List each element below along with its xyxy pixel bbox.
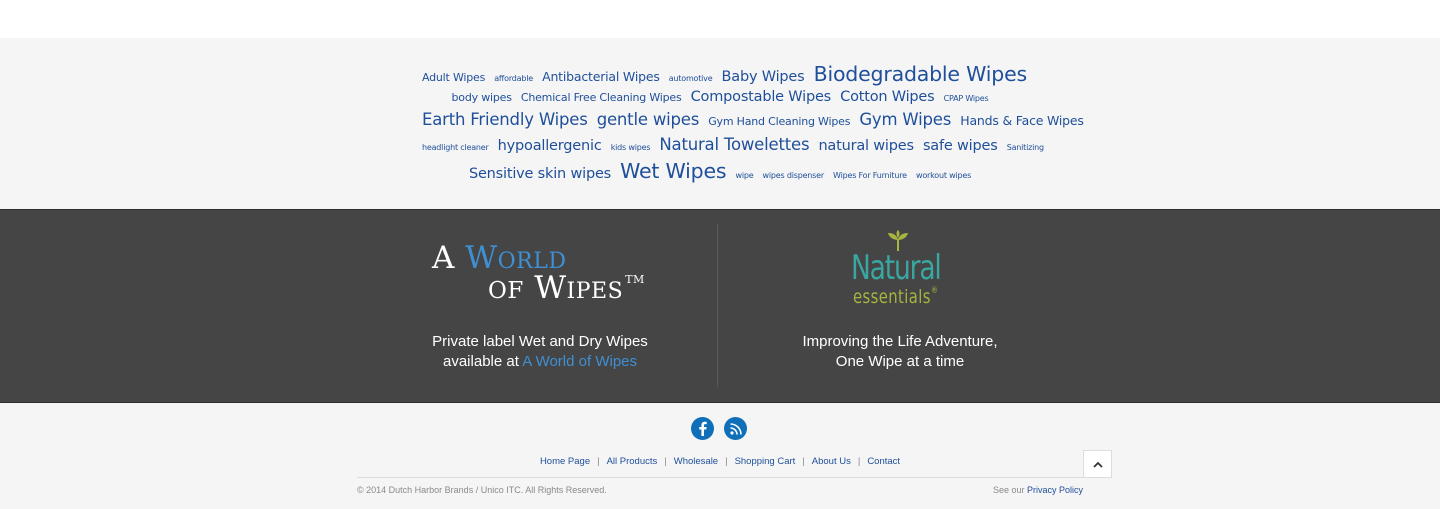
a-world-of-wipes-column: A World of Wipes TM Private label Wet and… xyxy=(360,210,720,402)
tag-link[interactable]: Chemical Free Cleaning Wipes xyxy=(521,92,682,103)
tag-link[interactable]: Gym Hand Cleaning Wipes xyxy=(708,116,850,127)
tag-link[interactable]: body wipes xyxy=(452,92,512,103)
tag-link[interactable]: natural wipes xyxy=(818,139,914,154)
tag-cloud-row: body wipes Chemical Free Cleaning Wipes … xyxy=(420,85,1020,109)
footer-nav-link[interactable]: Wholesale xyxy=(674,456,718,467)
facebook-glyph xyxy=(699,421,707,436)
tag-link[interactable]: CPAP Wipes xyxy=(944,95,989,103)
tag-link[interactable]: Antibacterial Wipes xyxy=(542,70,660,84)
footer-nav: Home Page | All Products | Wholesale | Shoppin… xyxy=(0,456,1440,467)
tag-link[interactable]: hypoallergenic xyxy=(498,139,602,154)
nav-separator: | xyxy=(664,456,667,467)
footer-nav-link[interactable]: Contact xyxy=(867,456,900,467)
tag-link[interactable]: workout wipes xyxy=(916,172,971,180)
back-to-top-button[interactable] xyxy=(1083,450,1112,478)
natural-essentials-column: Natural essentials® Improving the Life A… xyxy=(720,210,1080,402)
tag-link[interactable]: Wipes For Furniture xyxy=(833,172,907,180)
tag-link[interactable]: Natural Towelettes xyxy=(659,136,809,154)
tag-link[interactable]: Hands & Face Wipes xyxy=(960,114,1084,128)
tag-link[interactable]: Biodegradable Wipes xyxy=(814,64,1028,85)
brands-band: A World of Wipes TM Private label Wet and… xyxy=(0,209,1440,403)
brand-divider xyxy=(717,224,718,387)
site-footer: Home Page | All Products | Wholesale | Shoppin… xyxy=(0,403,1440,509)
tag-link[interactable]: Earth Friendly Wipes xyxy=(422,111,588,129)
logo-of-word: of xyxy=(488,278,524,304)
natural-essentials-logo[interactable]: Natural essentials® xyxy=(847,230,957,322)
tag-cloud-row: Earth Friendly Wipes gentle wipes Gym Ha… xyxy=(420,109,1084,133)
logo-essentials-word: essentials® xyxy=(853,286,939,308)
a-world-of-wipes-logo[interactable]: A World of Wipes TM xyxy=(430,238,660,308)
tag-link[interactable]: safe wipes xyxy=(923,139,998,154)
tag-link[interactable]: Compostable Wipes xyxy=(691,90,832,105)
a-world-of-wipes-link[interactable]: A World of Wipes xyxy=(522,353,637,370)
nav-separator: | xyxy=(725,456,728,467)
tag-link[interactable]: gentle wipes xyxy=(597,111,700,129)
tag-cloud: Adult Wipes affordable Antibacterial Wip… xyxy=(420,61,1084,183)
natural-essentials-tagline: Improving the Life Adventure, One Wipe a… xyxy=(802,333,998,370)
facebook-icon[interactable] xyxy=(691,417,714,440)
tag-cloud-section: Adult Wipes affordable Antibacterial Wip… xyxy=(0,38,1440,209)
privacy-notice: See our Privacy Policy xyxy=(992,485,1083,495)
a-world-of-wipes-tagline: Private label Wet and Dry Wipes availabl… xyxy=(432,333,648,370)
tag-link[interactable]: headlight cleaner xyxy=(422,144,489,152)
tag-link[interactable]: Sensitive skin wipes xyxy=(469,167,611,182)
footer-nav-link[interactable]: Home Page xyxy=(540,456,590,467)
copyright-text: © 2014 Dutch Harbor Brands / Unico ITC. … xyxy=(357,485,607,495)
tag-link[interactable]: Cotton Wipes xyxy=(840,90,935,105)
social-links xyxy=(691,417,747,440)
tag-link[interactable]: kids wipes xyxy=(611,144,651,152)
trademark-mark: TM xyxy=(625,273,645,286)
tag-link[interactable]: Gym Wipes xyxy=(859,111,951,129)
rss-icon[interactable] xyxy=(724,417,747,440)
tag-link[interactable]: Baby Wipes xyxy=(722,70,805,85)
logo-natural-word: Natural xyxy=(851,248,942,288)
tag-cloud-row: Adult Wipes affordable Antibacterial Wip… xyxy=(420,61,1027,85)
nav-separator: | xyxy=(597,456,600,467)
footer-divider xyxy=(357,477,1112,478)
footer-nav-link[interactable]: About Us xyxy=(812,456,851,467)
tag-link[interactable]: automotive xyxy=(669,75,713,83)
nav-separator: | xyxy=(857,456,861,467)
tag-link[interactable]: wipes dispenser xyxy=(763,172,825,180)
footer-nav-link[interactable]: All Products xyxy=(607,456,658,467)
chevron-up-icon xyxy=(1092,461,1103,468)
logo-wipes-word: Wipes xyxy=(534,270,624,306)
top-spacer xyxy=(0,0,1440,38)
tag-link[interactable]: wipe xyxy=(735,172,753,180)
tag-link[interactable]: Adult Wipes xyxy=(422,72,485,83)
privacy-policy-link[interactable]: Privacy Policy xyxy=(1027,485,1083,495)
tag-link[interactable]: Wet Wipes xyxy=(620,161,726,182)
rss-glyph xyxy=(729,422,742,435)
footer-nav-link[interactable]: Shopping Cart xyxy=(735,456,796,467)
tag-link[interactable]: affordable xyxy=(494,75,533,83)
nav-separator: | xyxy=(802,456,805,467)
tag-link[interactable]: Sanitizing xyxy=(1007,144,1044,152)
tag-cloud-row: headlight cleaner hypoallergenic kids wi… xyxy=(420,133,1044,157)
tag-cloud-row: Sensitive skin wipes Wet Wipes wipe wipe… xyxy=(420,157,1020,183)
